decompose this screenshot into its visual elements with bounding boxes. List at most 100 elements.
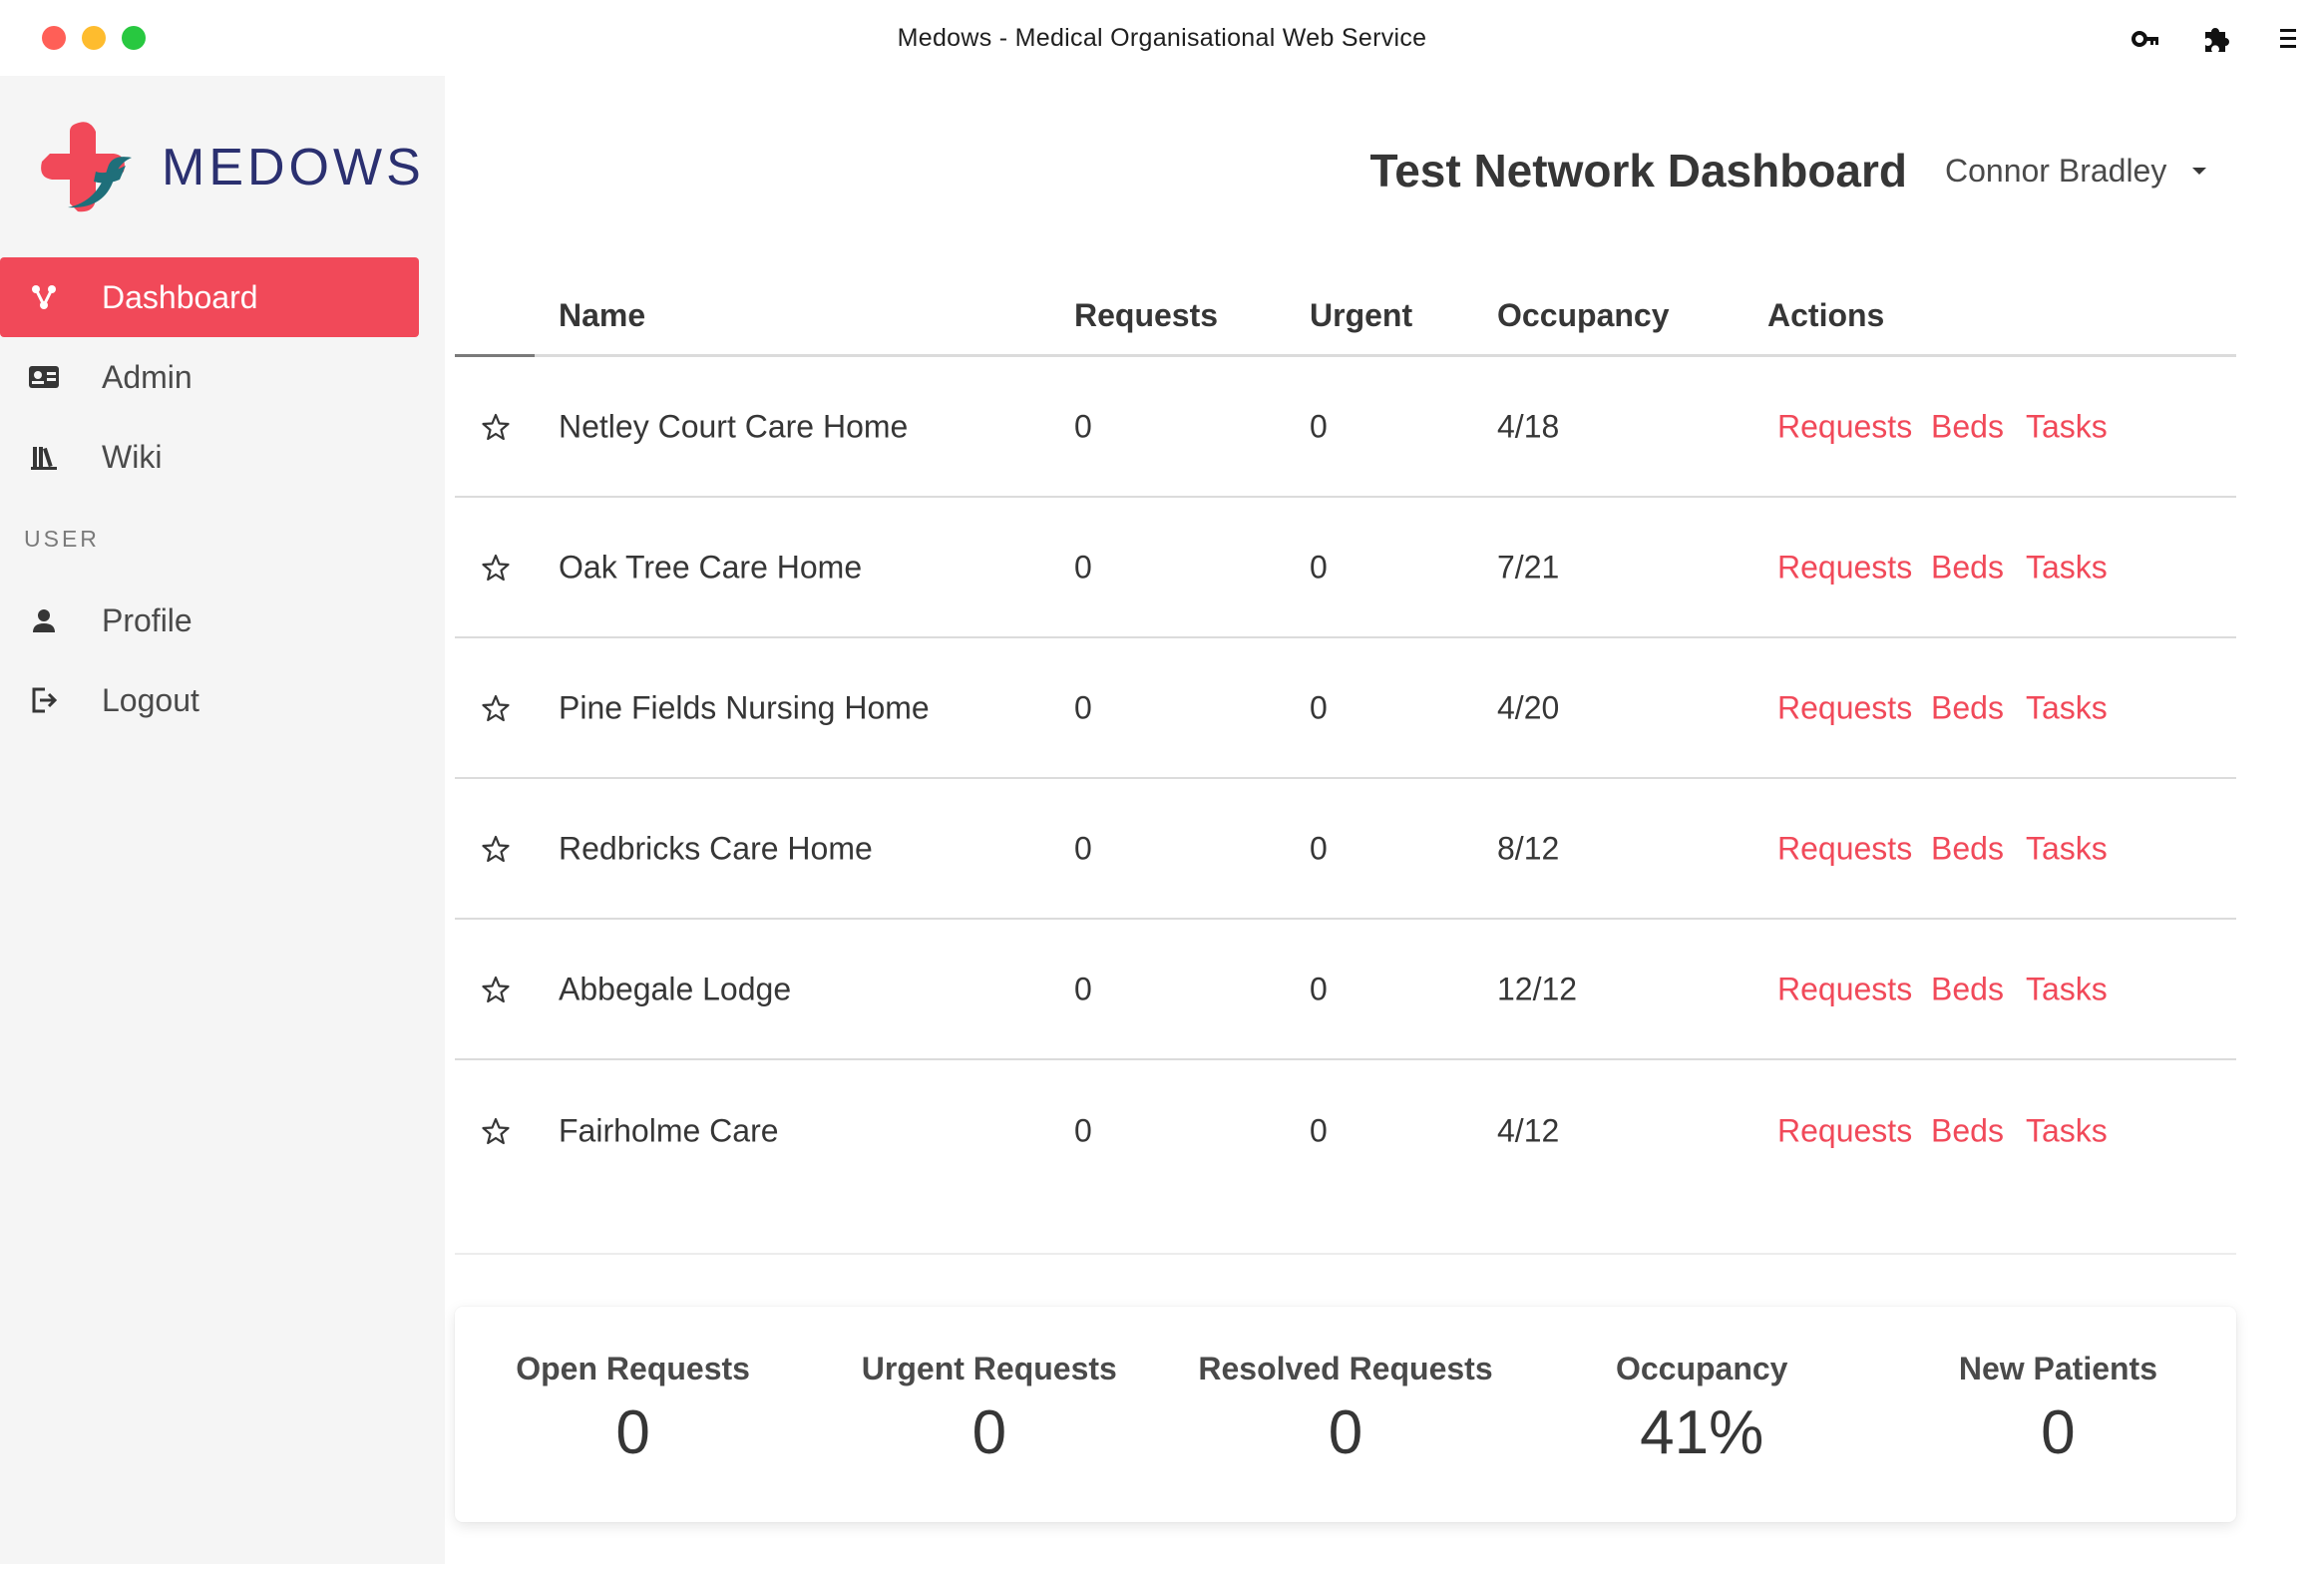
column-header-actions: Actions [1767, 297, 1885, 333]
urgent-count: 0 [1310, 830, 1328, 866]
brand-name: MEDOWS [162, 139, 425, 197]
sidebar-item-label: Wiki [102, 438, 163, 475]
urgent-count: 0 [1310, 408, 1328, 444]
occupancy-value: 7/21 [1497, 549, 1560, 585]
occupancy-value: 4/18 [1497, 408, 1560, 444]
requests-link[interactable]: Requests [1777, 830, 1912, 867]
requests-count: 0 [1074, 689, 1092, 725]
stat-value: 0 [2041, 1398, 2076, 1467]
beds-link[interactable]: Beds [1931, 549, 2004, 586]
care-home-name: Netley Court Care Home [559, 408, 909, 444]
menu-icon[interactable] [2269, 20, 2307, 58]
network-icon [24, 277, 64, 317]
requests-count: 0 [1074, 408, 1092, 444]
requests-link[interactable]: Requests [1777, 549, 1912, 586]
brand-logo[interactable]: MEDOWS [38, 116, 425, 219]
column-header-urgent[interactable]: Urgent [1310, 297, 1412, 334]
requests-link[interactable]: Requests [1777, 971, 1912, 1007]
requests-count: 0 [1074, 830, 1092, 866]
puzzle-icon[interactable] [2197, 20, 2235, 58]
requests-link[interactable]: Requests [1777, 408, 1912, 445]
tasks-link[interactable]: Tasks [2026, 408, 2108, 445]
sidebar-item-wiki[interactable]: Wiki [0, 417, 419, 497]
beds-link[interactable]: Beds [1931, 689, 2004, 726]
window-title: Medows - Medical Organisational Web Serv… [897, 24, 1427, 52]
table-header: Name Requests Urgent Occupancy Actions [455, 289, 2236, 357]
beds-link[interactable]: Beds [1931, 830, 2004, 867]
user-icon [24, 600, 64, 640]
requests-link[interactable]: Requests [1777, 689, 1912, 726]
stat-label: Occupancy [1615, 1351, 1788, 1386]
beds-link[interactable]: Beds [1931, 408, 2004, 445]
care-home-name: Redbricks Care Home [559, 830, 873, 866]
table-row: Oak Tree Care Home 0 0 7/21 Requests Beds Task… [455, 498, 2236, 638]
column-header-name[interactable]: Name [559, 297, 645, 334]
page-title: Test Network Dashboard [1369, 145, 1907, 197]
sidebar-item-dashboard[interactable]: Dashboard [0, 257, 419, 337]
user-section-label: USER [24, 526, 100, 552]
tasks-link[interactable]: Tasks [2026, 971, 2108, 1007]
sidebar: MEDOWS Dashboard Admin Wiki USER Profile… [0, 76, 445, 1564]
occupancy-value: 4/20 [1497, 689, 1560, 725]
urgent-count: 0 [1310, 1112, 1328, 1148]
star-icon[interactable] [479, 1114, 513, 1148]
occupancy-value: 12/12 [1497, 971, 1578, 1006]
requests-link[interactable]: Requests [1777, 1112, 1912, 1149]
care-home-name: Oak Tree Care Home [559, 549, 863, 585]
table-body: Netley Court Care Home 0 0 4/18 Requests Beds… [455, 357, 2236, 1201]
summary-stats: Open Requests 0 Urgent Requests 0 Resolved R… [455, 1307, 2236, 1522]
requests-count: 0 [1074, 549, 1092, 585]
window-titlebar: Medows - Medical Organisational Web Serv… [0, 0, 2324, 76]
stat-value: 41% [1640, 1398, 1764, 1467]
sidebar-item-profile[interactable]: Profile [0, 581, 419, 660]
stat-value: 0 [615, 1398, 650, 1467]
sidebar-item-label: Logout [102, 681, 199, 718]
tasks-link[interactable]: Tasks [2026, 1112, 2108, 1149]
beds-link[interactable]: Beds [1931, 971, 2004, 1007]
divider [455, 1253, 2236, 1255]
requests-count: 0 [1074, 971, 1092, 1006]
column-header-requests[interactable]: Requests [1074, 297, 1218, 334]
sidebar-item-logout[interactable]: Logout [0, 660, 419, 740]
user-menu-dropdown[interactable]: Connor Bradley [1945, 153, 2207, 190]
caret-down-icon [2192, 168, 2207, 175]
requests-count: 0 [1074, 1112, 1092, 1148]
stat-item: Occupancy 41% [1524, 1307, 1880, 1522]
table-row: Fairholme Care 0 0 4/12 Requests Beds Tasks [455, 1060, 2236, 1201]
id-card-icon [24, 357, 64, 397]
stat-label: Urgent Requests [861, 1351, 1117, 1386]
tasks-link[interactable]: Tasks [2026, 689, 2108, 726]
care-home-name: Fairholme Care [559, 1112, 779, 1148]
books-icon [24, 437, 64, 477]
occupancy-value: 8/12 [1497, 830, 1560, 866]
medows-logo-icon [41, 122, 132, 212]
star-icon[interactable] [479, 551, 513, 585]
occupancy-value: 4/12 [1497, 1112, 1560, 1148]
star-icon[interactable] [479, 832, 513, 866]
tasks-link[interactable]: Tasks [2026, 549, 2108, 586]
star-icon[interactable] [479, 691, 513, 725]
table-row: Netley Court Care Home 0 0 4/18 Requests Beds… [455, 357, 2236, 498]
care-homes-table: Name Requests Urgent Occupancy Actions N… [455, 289, 2236, 1201]
star-icon[interactable] [479, 410, 513, 444]
urgent-count: 0 [1310, 971, 1328, 1006]
urgent-count: 0 [1310, 549, 1328, 585]
sidebar-item-label: Dashboard [102, 278, 258, 315]
table-row: Redbricks Care Home 0 0 8/12 Requests Beds Tas… [455, 779, 2236, 920]
key-icon[interactable] [2127, 20, 2164, 58]
beds-link[interactable]: Beds [1931, 1112, 2004, 1149]
stat-item: New Patients 0 [1880, 1307, 2236, 1522]
table-row: Pine Fields Nursing Home 0 0 4/20 Requests Be… [455, 638, 2236, 779]
stat-item: Open Requests 0 [455, 1307, 811, 1522]
column-header-occupancy[interactable]: Occupancy [1497, 297, 1670, 334]
sidebar-item-label: Profile [102, 601, 193, 638]
sidebar-item-admin[interactable]: Admin [0, 337, 419, 417]
star-icon[interactable] [479, 973, 513, 1006]
logout-icon [24, 680, 64, 720]
stat-item: Resolved Requests 0 [1167, 1307, 1523, 1522]
care-home-name: Abbegale Lodge [559, 971, 792, 1006]
tasks-link[interactable]: Tasks [2026, 830, 2108, 867]
sidebar-item-label: Admin [102, 358, 193, 395]
urgent-count: 0 [1310, 689, 1328, 725]
care-home-name: Pine Fields Nursing Home [559, 689, 930, 725]
